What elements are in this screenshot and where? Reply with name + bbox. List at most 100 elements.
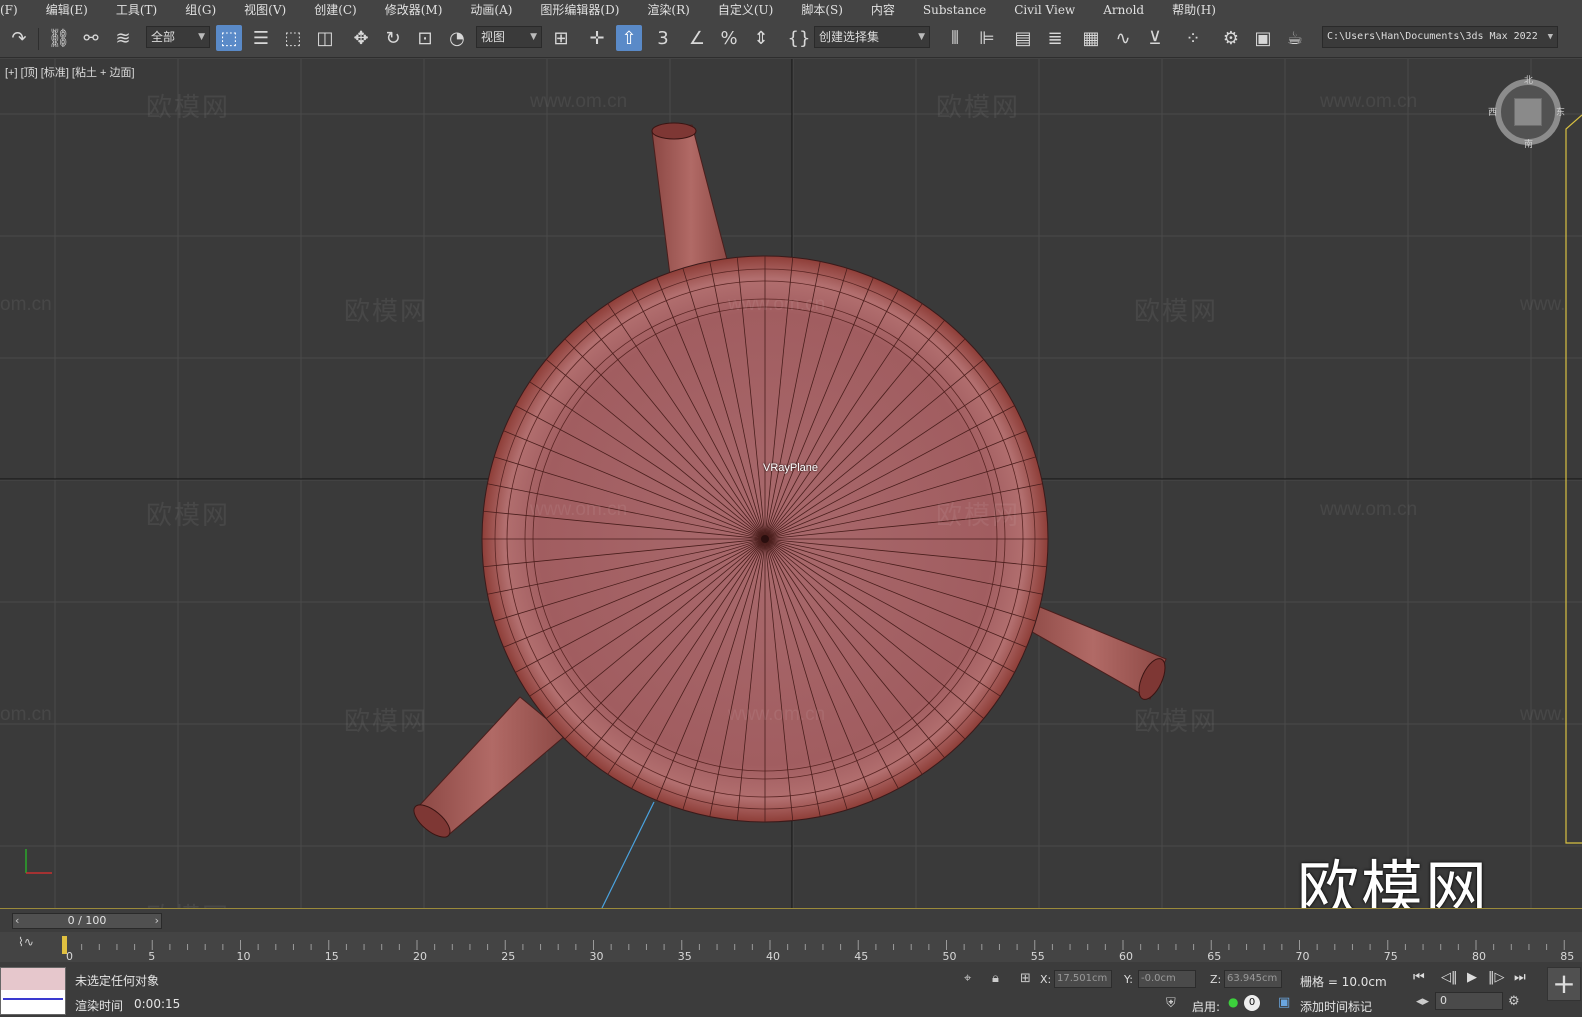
track-tick-label: 50 bbox=[943, 950, 957, 962]
keyboard-shortcut-override-icon[interactable]: ⇧ bbox=[616, 25, 642, 51]
snap-toggle-icon[interactable]: 3 bbox=[650, 25, 676, 51]
stool-leg-left[interactable] bbox=[409, 696, 567, 843]
move-icon[interactable]: ✥ bbox=[348, 25, 374, 51]
menu-item[interactable]: Substance bbox=[909, 0, 1000, 20]
next-frame-icon[interactable]: ‖▷ bbox=[1488, 970, 1505, 985]
curve-editor-icon[interactable]: ∿ bbox=[1110, 25, 1136, 51]
track-tick-label: 15 bbox=[325, 950, 339, 962]
rotate-icon[interactable]: ↻ bbox=[380, 25, 406, 51]
menu-item[interactable]: Arnold bbox=[1089, 0, 1158, 20]
chevron-right-icon[interactable]: › bbox=[155, 914, 159, 928]
reference-coord-dropdown[interactable]: 视图 ▼ bbox=[476, 26, 542, 48]
spinner-snap-icon[interactable]: ⇕ bbox=[748, 25, 774, 51]
go-to-start-icon[interactable]: ⏮ bbox=[1413, 970, 1425, 985]
current-frame-spinner[interactable]: 0 bbox=[1435, 992, 1503, 1010]
menu-item[interactable]: 图形编辑器(D) bbox=[526, 0, 633, 20]
time-configuration-icon[interactable]: ⚙ bbox=[1508, 994, 1520, 1009]
menu-item[interactable]: 渲染(R) bbox=[633, 0, 703, 20]
isolate-selection-icon[interactable]: ⌖ bbox=[964, 971, 971, 986]
menu-item[interactable]: 修改器(M) bbox=[371, 0, 457, 20]
track-tick-label: 45 bbox=[854, 950, 868, 962]
adaptive-degradation-icon[interactable]: ⛨ bbox=[1166, 996, 1176, 1011]
viewcube-south-label[interactable]: 南 bbox=[1524, 137, 1533, 150]
track-tick-label: 25 bbox=[501, 950, 515, 962]
menu-item[interactable]: 组(G) bbox=[171, 0, 230, 20]
z-coord-field[interactable]: 63.945cm bbox=[1224, 970, 1282, 988]
redo-icon[interactable]: ↷ bbox=[6, 25, 32, 51]
pivot-center-icon[interactable]: ⊞ bbox=[548, 25, 574, 51]
menu-item[interactable]: 动画(A) bbox=[456, 0, 526, 20]
add-time-tag-label[interactable]: 添加时间标记 bbox=[1300, 998, 1372, 1015]
viewcube[interactable] bbox=[1495, 79, 1561, 145]
menu-item[interactable]: 创建(C) bbox=[300, 0, 371, 20]
menu-item[interactable]: 自定义(U) bbox=[704, 0, 787, 20]
render-setup-icon[interactable]: ⚙ bbox=[1218, 25, 1244, 51]
select-by-name-icon[interactable]: ☰ bbox=[248, 25, 274, 51]
viewport-top[interactable]: [+] [顶] [标准] [粘土 + 边面] VRayPlane 欧模网 www… bbox=[0, 59, 1582, 908]
angle-snap-icon[interactable]: ∠ bbox=[684, 25, 710, 51]
scene-explorer-icon[interactable]: ▤ bbox=[1010, 25, 1036, 51]
stool-leg-top[interactable] bbox=[651, 122, 731, 276]
menu-item[interactable]: 工具(T) bbox=[102, 0, 171, 20]
menu-item[interactable]: 编辑(E) bbox=[32, 0, 102, 20]
unlink-icon[interactable]: ⚯ bbox=[78, 25, 104, 51]
named-selection-dropdown[interactable]: 创建选择集 ▼ bbox=[814, 26, 930, 48]
watermark-cn: 欧模网 bbox=[344, 707, 429, 737]
previous-frame-icon[interactable]: ◁‖ bbox=[1441, 970, 1458, 985]
bind-space-warp-icon[interactable]: ≋ bbox=[110, 25, 136, 51]
percent-snap-icon[interactable]: % bbox=[716, 25, 742, 51]
watermark-url: www. bbox=[1520, 704, 1566, 725]
stool-seat[interactable] bbox=[481, 255, 1049, 823]
menu-item[interactable]: (F) bbox=[0, 0, 32, 20]
status-green-dot: ● bbox=[1228, 995, 1239, 1009]
viewport-navigation-plus-button[interactable]: + bbox=[1547, 967, 1581, 1001]
layer-explorer-icon[interactable]: ≣ bbox=[1042, 25, 1068, 51]
select-object-icon[interactable]: ⬚ bbox=[216, 25, 242, 51]
align-icon[interactable]: ⊫ bbox=[974, 25, 1000, 51]
current-frame-marker bbox=[62, 936, 67, 954]
track-tick-label: 40 bbox=[766, 950, 780, 962]
viewcube-east-label[interactable]: 东 bbox=[1556, 105, 1565, 118]
window-crossing-icon[interactable]: ◫ bbox=[312, 25, 338, 51]
scale-icon[interactable]: ⊡ bbox=[412, 25, 438, 51]
rendered-frame-window-icon[interactable]: ▣ bbox=[1250, 25, 1276, 51]
track-bar[interactable]: ⌇∿ 0 5 10 15 20 25 30 35 40 45 50 55 60 65 70 75 80 85 bbox=[0, 932, 1582, 962]
selection-filter-dropdown[interactable]: 全部 ▼ bbox=[146, 26, 210, 48]
chevron-down-icon: ▼ bbox=[918, 32, 925, 42]
link-icon[interactable]: ⛓ bbox=[46, 25, 72, 51]
project-path-dropdown[interactable]: C:\Users\Han\Documents\3ds Max 2022 ▼ bbox=[1322, 26, 1558, 48]
time-tag-icon[interactable]: ▣ bbox=[1278, 995, 1290, 1010]
status-message: 未选定任何对象 bbox=[75, 974, 160, 988]
edit-named-selection-icon[interactable]: {} bbox=[786, 25, 812, 51]
viewcube-top-face[interactable] bbox=[1514, 98, 1542, 126]
viewcube-north-label[interactable]: 北 bbox=[1524, 73, 1533, 86]
time-config-arrows-icon[interactable]: ◂▸ bbox=[1416, 994, 1429, 1009]
play-icon[interactable]: ▶ bbox=[1467, 970, 1477, 985]
select-manipulate-icon[interactable]: ✛ bbox=[584, 25, 610, 51]
watermark-url: www.om.cn bbox=[728, 704, 826, 725]
watermark-url: www.om.cn bbox=[1320, 499, 1418, 520]
mirror-icon[interactable]: ⫴ bbox=[942, 25, 968, 51]
toggle-ribbon-icon[interactable]: ▦ bbox=[1078, 25, 1104, 51]
viewcube-west-label[interactable]: 西 bbox=[1488, 105, 1497, 118]
material-editor-icon[interactable]: ⁘ bbox=[1180, 25, 1206, 51]
y-coord-field[interactable]: -0.0cm bbox=[1138, 970, 1196, 988]
go-to-end-icon[interactable]: ⏭ bbox=[1514, 970, 1526, 985]
place-icon[interactable]: ◔ bbox=[444, 25, 470, 51]
viewport-label[interactable]: [+] [顶] [标准] [粘土 + 边面] bbox=[5, 64, 135, 80]
menu-item[interactable]: 帮助(H) bbox=[1158, 0, 1230, 20]
menu-item[interactable]: 视图(V) bbox=[230, 0, 300, 20]
maxscript-mini-listener[interactable] bbox=[0, 967, 66, 1015]
stool-leg-right[interactable] bbox=[1019, 606, 1170, 703]
absolute-mode-icon[interactable]: ⊞ bbox=[1020, 971, 1031, 986]
menu-item[interactable]: 脚本(S) bbox=[787, 0, 857, 20]
schematic-view-icon[interactable]: ⊻ bbox=[1142, 25, 1168, 51]
menu-item[interactable]: 内容 bbox=[857, 0, 909, 20]
x-coord-field[interactable]: 17.501cm bbox=[1054, 970, 1112, 988]
enable-count-badge[interactable]: 0 bbox=[1244, 995, 1260, 1011]
menu-item[interactable]: Civil View bbox=[1000, 0, 1089, 20]
selection-lock-icon[interactable]: 🔒︎ bbox=[992, 971, 999, 986]
rectangular-selection-icon[interactable]: ⬚ bbox=[280, 25, 306, 51]
render-teapot-icon[interactable]: ☕ bbox=[1282, 25, 1308, 51]
time-slider-thumb[interactable]: ‹ 0 / 100 › bbox=[12, 913, 162, 929]
